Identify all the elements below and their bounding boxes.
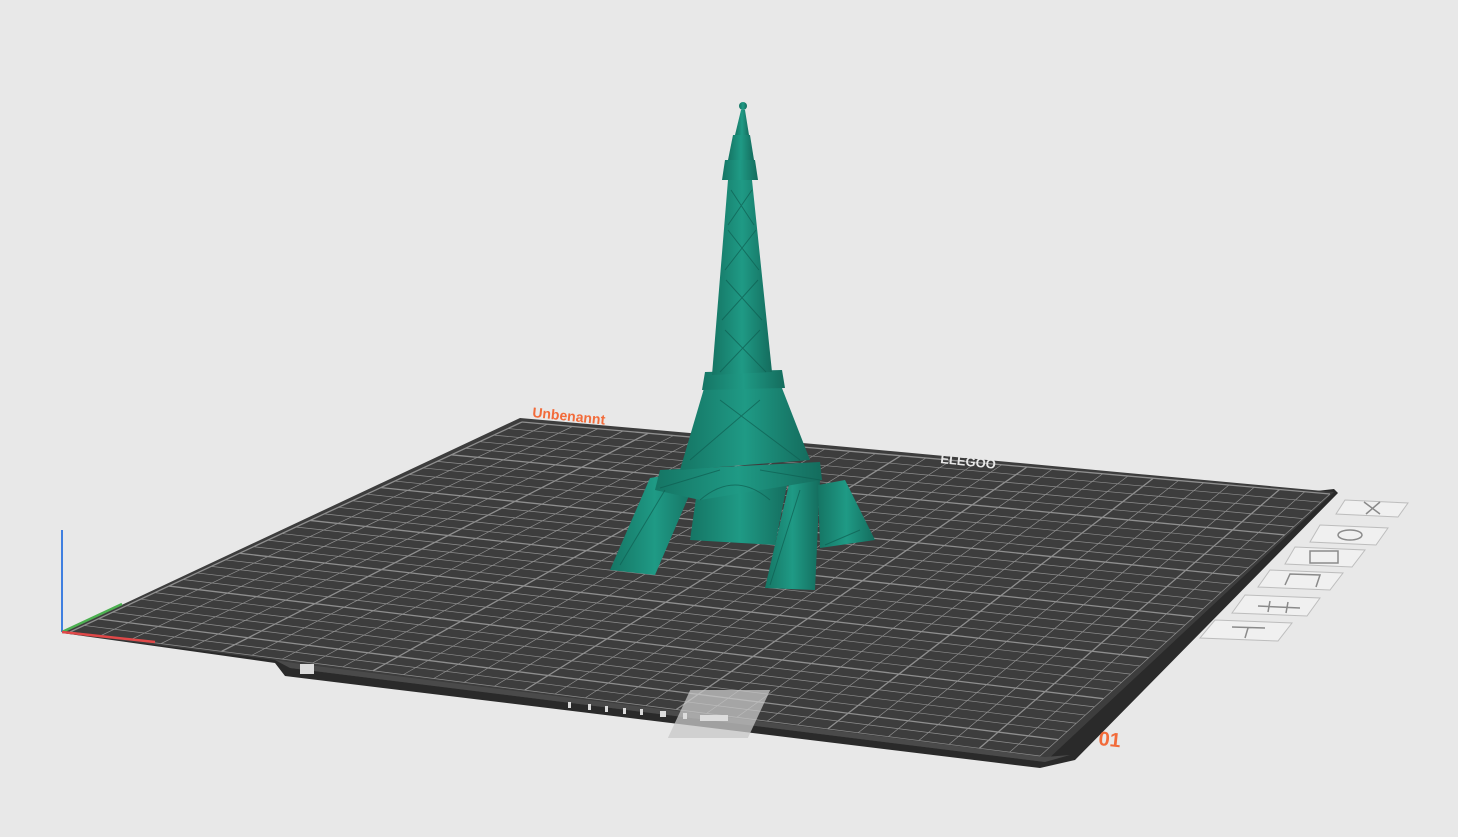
build-scene[interactable]: Unbenannt 01 ELEGOO (0, 0, 1458, 837)
auto-arrange-button[interactable] (1257, 569, 1344, 591)
model-eiffel-tower[interactable] (610, 102, 875, 590)
plate-number-label: 01 (1097, 728, 1121, 752)
close-plate-button[interactable] (1335, 499, 1409, 518)
plate-settings-button[interactable] (1284, 546, 1366, 568)
orient-button[interactable] (1231, 594, 1321, 617)
plate-lock-button[interactable] (1309, 524, 1389, 546)
3d-viewport[interactable]: Unbenannt 01 ELEGOO (0, 0, 1458, 837)
slice-plate-button[interactable] (1198, 619, 1293, 642)
